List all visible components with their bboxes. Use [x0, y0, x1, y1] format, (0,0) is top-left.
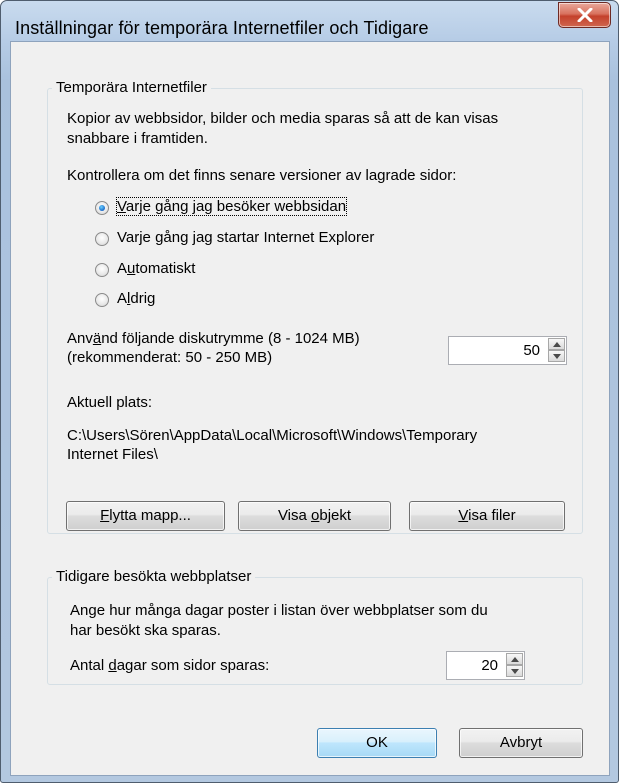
- radio-every-visit-label[interactable]: Varje gång jag besöker webbsidan: [115, 197, 348, 216]
- days-label: Antal dagar som sidor sparas:: [70, 657, 270, 674]
- move-folder-button[interactable]: Flytta mapp...: [66, 501, 225, 531]
- dialog-window: Inställningar för temporära Internetfile…: [0, 0, 619, 783]
- radio-button[interactable]: [95, 263, 109, 277]
- chevron-up-icon: [553, 342, 561, 347]
- days-value[interactable]: 20: [481, 657, 498, 674]
- spin-down-button[interactable]: [506, 665, 523, 677]
- current-location-path-line1: C:\Users\Sören\AppData\Local\Microsoft\W…: [67, 427, 478, 444]
- chevron-up-icon: [511, 657, 519, 662]
- history-description-line2: har besökt ska sparas.: [70, 622, 221, 639]
- disk-space-spinner[interactable]: 50: [448, 336, 567, 365]
- dialog-client-area: Temporära Internetfiler Kopior av webbsi…: [10, 41, 610, 776]
- radio-automatic-label[interactable]: Automatiskt: [117, 260, 195, 277]
- radio-button[interactable]: [95, 232, 109, 246]
- radio-button[interactable]: [95, 293, 109, 307]
- spin-up-button[interactable]: [506, 653, 523, 665]
- chevron-down-icon: [511, 669, 519, 674]
- current-location-label: Aktuell plats:: [67, 394, 153, 411]
- temp-files-group: [47, 88, 583, 534]
- ok-button[interactable]: OK: [317, 728, 437, 758]
- radio-button[interactable]: [95, 201, 109, 215]
- close-button[interactable]: [558, 2, 611, 28]
- cancel-button[interactable]: Avbryt: [459, 728, 583, 758]
- radio-label-text: arje gång jag besöker webbsidan: [125, 198, 347, 215]
- temp-files-legend: Temporära Internetfiler: [52, 79, 211, 96]
- days-spinner[interactable]: 20: [446, 651, 525, 680]
- radio-every-start-label[interactable]: Varje gång jag startar Internet Explorer: [117, 229, 374, 246]
- history-description-line1: Ange hur många dagar poster i listan öve…: [70, 602, 488, 619]
- check-versions-label: Kontrollera om det finns senare versione…: [67, 167, 457, 184]
- spin-down-button[interactable]: [548, 350, 565, 362]
- current-location-path-line2: Internet Files\: [67, 446, 158, 463]
- chevron-down-icon: [553, 354, 561, 359]
- close-icon: [577, 8, 593, 22]
- temp-files-description-line1: Kopior av webbsidor, bilder och media sp…: [67, 110, 499, 127]
- disk-space-label-line2: (rekommenderat: 50 - 250 MB): [67, 349, 273, 366]
- radio-never-label[interactable]: Aldrig: [117, 290, 155, 307]
- window-title: Inställningar för temporära Internetfile…: [15, 18, 429, 38]
- spin-up-button[interactable]: [548, 338, 565, 350]
- disk-space-label-line1: Använd följande diskutrymme (8 - 1024 MB…: [67, 330, 360, 347]
- view-objects-button[interactable]: Visa objekt: [238, 501, 391, 531]
- disk-space-value[interactable]: 50: [523, 342, 540, 359]
- temp-files-description-line2: snabbare i framtiden.: [67, 130, 208, 147]
- history-legend: Tidigare besökta webbplatser: [52, 568, 256, 585]
- view-files-button[interactable]: Visa filer: [409, 501, 565, 531]
